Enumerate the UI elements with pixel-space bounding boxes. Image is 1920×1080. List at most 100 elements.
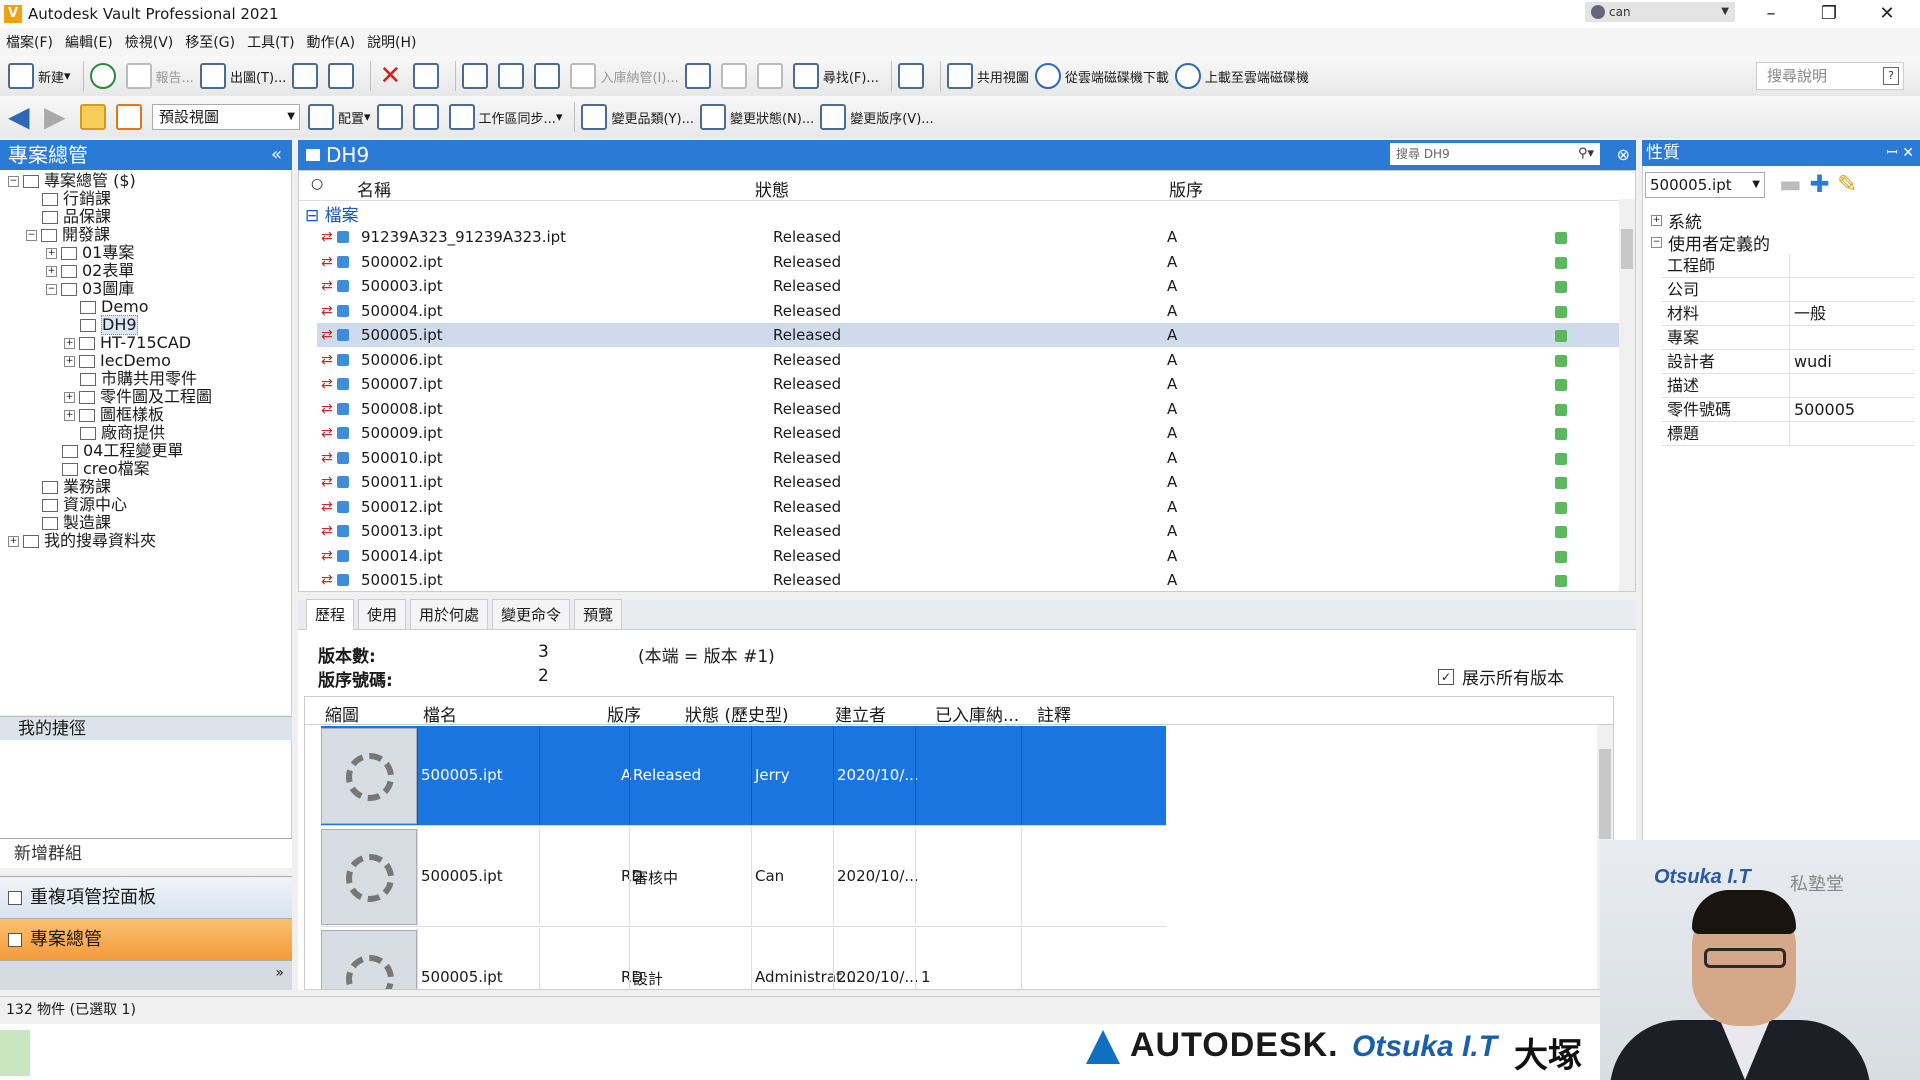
property-row[interactable]: 標題 <box>1661 422 1915 446</box>
maximize-button[interactable]: ❐ <box>1800 0 1858 28</box>
property-value[interactable] <box>1789 374 1915 398</box>
tree-item-vendor[interactable]: 廠商提供 <box>80 424 165 442</box>
collapse-icon[interactable]: − <box>1651 237 1662 248</box>
property-row[interactable]: 材料 一般 <box>1661 302 1915 326</box>
tree-item-iecdemo[interactable]: + IecDemo <box>64 352 171 370</box>
tree-item-development[interactable]: − 開發課 <box>26 226 110 244</box>
file-row[interactable]: ⇄ 500014.ipt Released A <box>317 544 1619 568</box>
expand-icon[interactable]: + <box>64 337 75 349</box>
expand-icon[interactable]: + <box>46 265 57 277</box>
file-row[interactable]: ⇄ 91239A323_91239A323.ipt Released A <box>317 225 1619 249</box>
print-button[interactable]: 出圖(T)... <box>199 60 286 92</box>
project-explorer-button[interactable]: 專案總管 <box>0 918 292 960</box>
panel-options-icon[interactable]: ⊗ <box>1617 140 1630 170</box>
tree-item-marketing[interactable]: 行銷課 <box>42 190 111 208</box>
expand-icon[interactable]: + <box>1651 215 1662 226</box>
tab-history[interactable]: 歷程 <box>306 599 355 630</box>
search-folder-button[interactable] <box>412 101 443 133</box>
tree-item-manufacturing[interactable]: 製造課 <box>42 514 111 532</box>
property-value[interactable]: wudi <box>1789 350 1915 374</box>
collapse-icon[interactable]: − <box>8 175 19 187</box>
history-row[interactable]: 500005.ipt RD 審核中 Can 2020/10/... <box>321 827 1166 927</box>
attach-button[interactable] <box>413 60 443 92</box>
tree-item-01-projects[interactable]: +01專案 <box>46 244 134 262</box>
menu-tools[interactable]: 工具(T) <box>247 32 294 52</box>
more-icon[interactable]: » <box>275 965 284 981</box>
property-value[interactable] <box>1789 422 1915 446</box>
tree-item-03-library[interactable]: −03圖庫 <box>46 280 134 298</box>
history-row[interactable]: 500005.ipt RD 設計 Administrat... 2020/10/... 1 <box>321 928 1166 989</box>
property-value[interactable]: 500005 <box>1789 398 1915 422</box>
new-group-button[interactable]: 新增群組 <box>0 838 292 868</box>
folder-search-input[interactable]: 搜尋 DH9 ⚲▾ <box>1390 143 1600 165</box>
refresh-button[interactable] <box>89 60 120 92</box>
file-row[interactable]: ⇄ 500015.ipt Released A <box>317 568 1619 591</box>
back-button[interactable]: ◀ <box>8 101 38 133</box>
get-latest-button[interactable] <box>498 60 528 92</box>
tree-item-02-forms[interactable]: +02表單 <box>46 262 134 280</box>
column-state[interactable]: 狀態 <box>755 176 789 201</box>
file-row[interactable]: ⇄ 500006.ipt Released A <box>317 348 1619 372</box>
menu-edit[interactable]: 編輯(E) <box>65 32 113 52</box>
layout-button[interactable]: 配置 ▾ <box>308 101 371 133</box>
close-button[interactable]: ✕ <box>1858 0 1916 28</box>
remove-property-icon[interactable]: ▬ <box>1779 170 1802 198</box>
status-column-icon[interactable]: ○ <box>311 176 323 192</box>
expand-icon[interactable]: + <box>8 535 19 547</box>
file-row[interactable]: ⇄ 500012.ipt Released A <box>317 495 1619 519</box>
col-filename[interactable]: 檔名 <box>423 701 457 726</box>
file-row[interactable]: ⇄ 500005.ipt Released A <box>317 323 1619 347</box>
change-state-button[interactable]: 變更狀態(N)... <box>699 101 814 133</box>
checkin-button[interactable]: 入庫納管(I)... <box>570 60 679 92</box>
file-row[interactable]: ⇄ 500008.ipt Released A <box>317 397 1619 421</box>
edit-pencil-icon[interactable]: ✎ <box>1837 170 1857 198</box>
tree-item-my-search-folders[interactable]: + 我的搜尋資料夾 <box>8 532 156 550</box>
col-checked-in[interactable]: 已入庫納... <box>935 701 1019 726</box>
details-view-button[interactable] <box>376 101 407 133</box>
menu-view[interactable]: 檢視(V) <box>125 32 174 52</box>
file-row[interactable]: ⇄ 500003.ipt Released A <box>317 274 1619 298</box>
print-preview-button[interactable] <box>328 60 358 92</box>
col-revision[interactable]: 版序 <box>607 701 641 726</box>
expand-icon[interactable]: + <box>64 355 75 367</box>
scrollbar-thumb[interactable] <box>1621 229 1633 269</box>
expand-icon[interactable]: + <box>64 391 75 403</box>
menu-actions[interactable]: 動作(A) <box>307 32 356 52</box>
file-row[interactable]: ⇄ 500013.ipt Released A <box>317 519 1619 543</box>
workspace-sync-button[interactable]: 工作區同步... ▾ <box>448 101 562 133</box>
change-revision-button[interactable]: 變更版序(V)... <box>820 101 934 133</box>
copy-design-button[interactable] <box>684 60 715 92</box>
history-row[interactable]: 500005.ipt A Released Jerry 2020/10/... <box>321 726 1166 826</box>
property-value[interactable]: 一般 <box>1789 302 1915 326</box>
column-name[interactable]: 名稱 <box>357 176 391 201</box>
tab-change-orders[interactable]: 變更命令 <box>492 599 571 630</box>
tree-item-04-eco[interactable]: 04工程變更單 <box>62 442 183 460</box>
checkout-button[interactable] <box>534 60 564 92</box>
view-select[interactable]: 預設視圖 ▼ <box>152 104 300 130</box>
col-lifecycle-state[interactable]: 狀態 (歷史型) <box>685 701 789 726</box>
collapse-icon[interactable]: − <box>46 283 57 295</box>
tab-preview[interactable]: 預覽 <box>574 599 623 630</box>
quick-print-button[interactable] <box>292 60 322 92</box>
navigation-pane-button[interactable] <box>116 101 146 133</box>
tree-item-sales[interactable]: 業務課 <box>42 478 111 496</box>
tree-item-purchased-parts[interactable]: 市購共用零件 <box>80 370 197 388</box>
folder-action-button[interactable] <box>756 60 787 92</box>
minimize-button[interactable]: – <box>1742 0 1800 28</box>
expand-icon[interactable]: + <box>46 247 57 259</box>
collapse-icon[interactable]: − <box>26 229 37 241</box>
shared-view-button[interactable]: 共用視圖 <box>946 60 1029 92</box>
menu-goto[interactable]: 移至(G) <box>185 32 235 52</box>
search-icon[interactable]: ⚲▾ <box>1578 143 1594 165</box>
report-button[interactable]: 報告... <box>125 60 194 92</box>
expand-icon[interactable]: + <box>64 409 75 421</box>
bom-button[interactable] <box>897 60 928 92</box>
show-all-versions-checkbox[interactable]: ✓ 展示所有版本 <box>1438 664 1564 689</box>
property-row[interactable]: 描述 <box>1661 374 1915 398</box>
property-row[interactable]: 工程師 <box>1661 254 1915 278</box>
section-user-defined[interactable]: − 使用者定義的 <box>1651 230 1770 255</box>
tab-where-used[interactable]: 用於何處 <box>410 599 489 630</box>
pin-close-icon[interactable]: ꟷ ✕ <box>1886 140 1914 166</box>
property-value[interactable] <box>1789 278 1915 302</box>
file-row[interactable]: ⇄ 500002.ipt Released A <box>317 250 1619 274</box>
